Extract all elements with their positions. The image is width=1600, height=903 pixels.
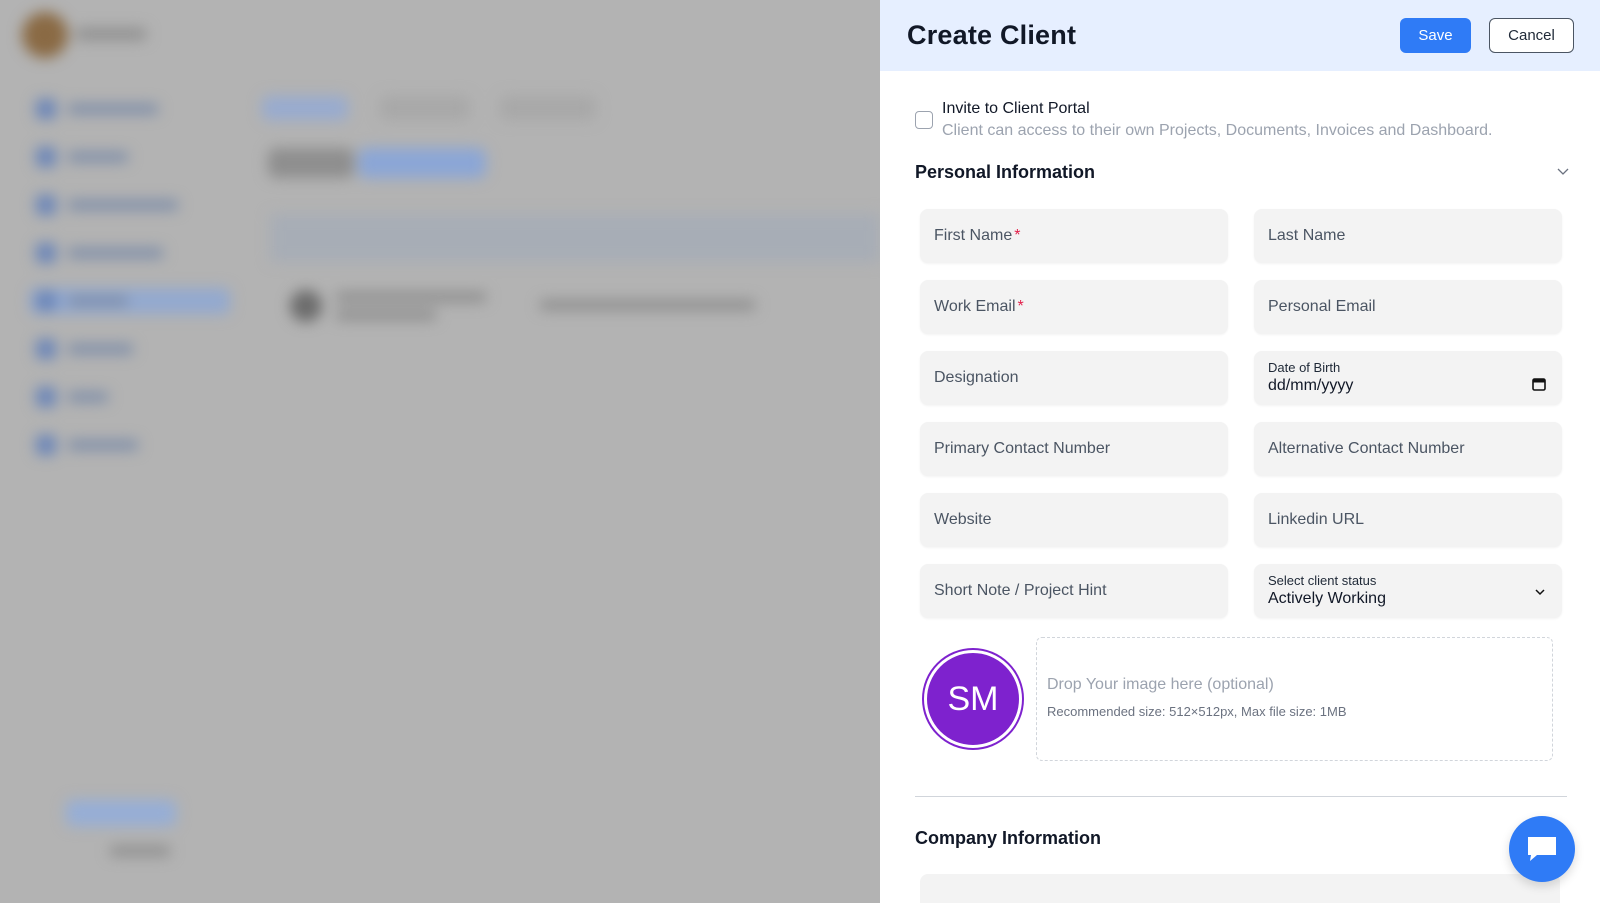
website-placeholder: Website [934, 511, 992, 528]
dropzone-hint: Recommended size: 512×512px, Max file si… [1047, 704, 1347, 719]
bg-tab [262, 96, 348, 120]
bg-row-text [336, 310, 436, 320]
required-mark: * [1014, 227, 1021, 244]
required-mark: * [1017, 298, 1024, 315]
bg-footer-button [66, 800, 176, 826]
chevron-down-icon [1535, 589, 1545, 596]
bg-button [268, 148, 354, 178]
primary-contact-field[interactable]: Primary Contact Number [920, 422, 1228, 476]
first-name-placeholder: First Name [934, 227, 1013, 244]
bg-row-text [336, 292, 486, 302]
background-app [0, 0, 880, 903]
avatar: SM [924, 650, 1022, 748]
invite-portal-label[interactable]: Invite to Client Portal [942, 98, 1493, 120]
alternative-contact-placeholder: Alternative Contact Number [1268, 440, 1465, 457]
client-status-value: Actively Working [1268, 590, 1386, 607]
dropzone-title: Drop Your image here (optional) [1047, 676, 1274, 693]
designation-field[interactable]: Designation [920, 351, 1228, 405]
bg-table-header [270, 214, 880, 262]
website-field[interactable]: Website [920, 493, 1228, 547]
date-of-birth-field[interactable]: Date of Birth dd/mm/yyyy [1254, 351, 1562, 405]
client-status-select[interactable]: Select client status Actively Working [1254, 564, 1562, 618]
company-info-title[interactable]: Company Information [915, 828, 1101, 849]
invite-portal-text: Invite to Client Portal Client can acces… [942, 98, 1493, 142]
work-email-placeholder: Work Email [934, 298, 1016, 315]
date-of-birth-value: dd/mm/yyyy [1268, 377, 1354, 394]
bg-nav-item [30, 336, 139, 362]
section-divider [915, 796, 1567, 797]
short-note-field[interactable]: Short Note / Project Hint [920, 564, 1228, 618]
drawer-title: Create Client [907, 20, 1077, 50]
alternative-contact-field[interactable]: Alternative Contact Number [1254, 422, 1562, 476]
personal-email-placeholder: Personal Email [1268, 298, 1376, 315]
first-name-field[interactable]: First Name * [920, 209, 1228, 263]
short-note-placeholder: Short Note / Project Hint [934, 582, 1107, 599]
bg-tab [500, 96, 596, 120]
work-email-field[interactable]: Work Email * [920, 280, 1228, 334]
chevron-down-icon[interactable] [1556, 164, 1570, 178]
personal-info-title[interactable]: Personal Information [915, 162, 1095, 183]
linkedin-field[interactable]: Linkedin URL [1254, 493, 1562, 547]
client-status-label: Select client status [1268, 573, 1377, 588]
bg-nav-item [30, 240, 169, 266]
bg-button [358, 148, 486, 178]
last-name-field[interactable]: Last Name [1254, 209, 1562, 263]
chat-bubble-icon [1528, 837, 1556, 861]
chat-button[interactable] [1509, 816, 1575, 882]
linkedin-placeholder: Linkedin URL [1268, 511, 1365, 528]
invite-portal-description: Client can access to their own Projects,… [942, 122, 1493, 139]
calendar-icon[interactable] [1532, 377, 1546, 391]
primary-contact-placeholder: Primary Contact Number [934, 440, 1111, 457]
designation-placeholder: Designation [934, 369, 1019, 386]
save-button[interactable]: Save [1400, 18, 1471, 53]
create-client-drawer: Create Client Save Cancel Invite to Clie… [880, 0, 1600, 903]
bg-logo-text [76, 28, 146, 40]
bg-nav-item [30, 96, 164, 122]
last-name-placeholder: Last Name [1268, 227, 1346, 244]
invite-portal-row: Invite to Client Portal Client can acces… [915, 98, 1493, 142]
bg-footer-text [110, 846, 170, 856]
bg-row-text [540, 300, 755, 310]
image-dropzone[interactable]: Drop Your image here (optional) Recommen… [1036, 637, 1553, 761]
bg-tab [380, 96, 470, 120]
drawer-header: Create Client Save Cancel [880, 0, 1600, 71]
date-of-birth-label: Date of Birth [1268, 360, 1341, 375]
bg-nav-item [30, 432, 144, 458]
bg-nav-item [30, 192, 184, 218]
bg-nav-item [30, 144, 134, 170]
bg-nav-item-active [30, 288, 230, 314]
invite-portal-checkbox[interactable] [915, 111, 933, 129]
personal-email-field[interactable]: Personal Email [1254, 280, 1562, 334]
bg-logo [22, 12, 68, 58]
bg-row-avatar [290, 290, 322, 322]
cancel-button[interactable]: Cancel [1489, 18, 1574, 53]
bg-nav-item [30, 384, 114, 410]
background-blur-layer [0, 0, 880, 903]
company-field[interactable] [920, 874, 1560, 903]
